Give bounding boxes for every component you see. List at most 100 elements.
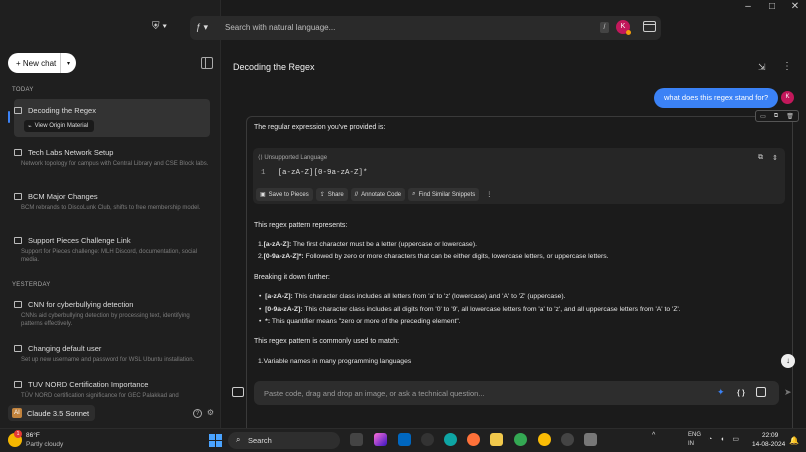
search-icon: ⌕ xyxy=(412,191,416,197)
chrome-icon[interactable] xyxy=(514,433,527,446)
chat-icon xyxy=(14,237,22,244)
search-placeholder: Search with natural language... xyxy=(225,23,336,32)
copilot-icon[interactable] xyxy=(374,433,387,446)
collapse-icon[interactable]: ⇲ xyxy=(758,62,766,73)
pieces-logo-menu-icon[interactable]: ⛨ ▾ xyxy=(152,18,178,36)
chat-item[interactable]: Tech Labs Network Setup Network topology… xyxy=(14,148,210,168)
chat-title: Decoding the Regex xyxy=(28,106,96,115)
tray-chevron-icon[interactable]: ^ xyxy=(652,432,655,439)
message-actions: ▭ ⧉ 🗑 xyxy=(755,110,799,122)
global-search-bar[interactable]: ƒ ▾ Search with natural language... / K xyxy=(190,16,661,40)
chat-title: CNN for cyberbullying detection xyxy=(28,300,134,309)
settings-icon[interactable]: ⚙ xyxy=(206,409,215,418)
expand-icon[interactable]: ⇕ xyxy=(772,154,778,162)
chat-item[interactable]: CNN for cyberbullying detection CNNs aid… xyxy=(14,300,210,328)
chat-title: BCM Major Changes xyxy=(28,192,98,201)
view-origin-label: View Origin Material xyxy=(34,123,89,129)
search-icon: ⌕ xyxy=(236,435,241,444)
list-item: • [a-zA-Z]: This character class include… xyxy=(259,293,566,300)
share-icon: ⇪ xyxy=(319,192,325,198)
chat-summary: Network topology for campus with Central… xyxy=(21,161,209,167)
send-icon[interactable]: ➤ xyxy=(784,387,792,398)
chat-item[interactable]: TUV NORD Certification Importance TÜV NO… xyxy=(14,380,210,400)
chat-icon xyxy=(14,345,22,352)
help-icon[interactable]: ? xyxy=(193,409,202,418)
annotate-code-button[interactable]: //Annotate Code xyxy=(350,188,406,201)
share-button[interactable]: ⇪ Share xyxy=(315,188,348,201)
minimize-button[interactable]: – xyxy=(736,0,760,14)
language-region[interactable]: IN xyxy=(688,441,694,447)
list-item: • [0-9a-zA-Z]: This character class incl… xyxy=(259,306,681,313)
scroll-down-icon[interactable]: ↓ xyxy=(781,354,795,368)
app-icon[interactable] xyxy=(584,433,597,446)
new-chat-dropdown-icon[interactable]: ▾ xyxy=(60,53,76,73)
shortcut-key: / xyxy=(600,22,609,33)
save-to-pieces-button[interactable]: ▣ Save to Pieces xyxy=(256,188,313,201)
delete-icon[interactable]: 🗑 xyxy=(786,113,794,120)
chat-item[interactable]: Support Pieces Challenge Link Support fo… xyxy=(14,236,210,264)
view-origin-button[interactable]: ⌁ View Origin Material xyxy=(24,120,95,132)
composer: ✦ { } ➤ xyxy=(232,381,798,405)
wifi-volume-battery-icons[interactable]: ◔ ◖ ▭ xyxy=(708,435,742,443)
chat-item[interactable]: Changing default user Set up new usernam… xyxy=(14,344,210,364)
firefox-icon[interactable] xyxy=(467,433,480,446)
pieces-app-icon[interactable] xyxy=(561,433,574,446)
notification-icon[interactable]: 🔔 xyxy=(789,436,799,445)
list-item: 1.Variable names in many programming lan… xyxy=(258,358,412,365)
close-button[interactable]: ✕ xyxy=(783,0,806,14)
title-bar: – □ ✕ xyxy=(222,0,806,14)
ai-search-icon[interactable]: ƒ ▾ xyxy=(196,22,208,33)
model-selector[interactable]: AI Claude 3.5 Sonnet xyxy=(8,405,96,421)
chat-item[interactable]: BCM Major Changes BCM rebrands to DiscoL… xyxy=(14,192,210,212)
conversation-title: Decoding the Regex xyxy=(233,62,315,72)
response-paragraph: Breaking it down further: xyxy=(254,274,330,281)
sidebar: + New chat ▾ TODAY Decoding the Regex ⌁ V… xyxy=(0,0,221,428)
comment-icon[interactable]: ▭ xyxy=(760,113,766,120)
chat-icon xyxy=(14,107,22,114)
edge-icon[interactable] xyxy=(444,433,457,446)
list-item: • *: This quantifier means "zero or more… xyxy=(259,318,461,325)
weather-desc[interactable]: Partly cloudy xyxy=(26,441,63,448)
voice-icon[interactable]: ✦ xyxy=(717,387,725,398)
add-image-icon[interactable] xyxy=(232,387,244,397)
maximize-button[interactable]: □ xyxy=(760,0,784,14)
code-line: 1 [a-zA-Z][0-9a-zA-Z]* xyxy=(261,169,368,177)
scan-icon[interactable] xyxy=(756,387,766,397)
weather-temp[interactable]: 86°F xyxy=(26,432,40,439)
file-explorer-icon[interactable] xyxy=(490,433,503,446)
taskbar-search[interactable]: ⌕ Search xyxy=(228,432,340,449)
chat-title: Tech Labs Network Setup xyxy=(28,148,114,157)
annotate-icon: // xyxy=(354,191,359,198)
chat-title: Changing default user xyxy=(28,344,102,353)
task-view-icon[interactable] xyxy=(350,433,363,446)
chat-item[interactable]: Decoding the Regex xyxy=(14,106,210,115)
new-chat-label: + New chat xyxy=(16,58,57,68)
store-icon[interactable] xyxy=(398,433,411,446)
copy-icon[interactable]: ⧉ xyxy=(758,154,763,162)
start-icon[interactable] xyxy=(209,434,222,447)
clock-date[interactable]: 14-08-2024 xyxy=(752,441,785,448)
list-item: 1.[a-zA-Z]: The first character must be … xyxy=(258,241,477,248)
copy-message-icon[interactable]: ⧉ xyxy=(774,113,778,120)
user-avatar[interactable]: K xyxy=(616,20,631,35)
chat-icon xyxy=(14,301,22,308)
language-code[interactable]: ENG xyxy=(688,432,701,438)
chat-title: TUV NORD Certification Importance xyxy=(28,380,149,389)
find-similar-button[interactable]: ⌕ Find Similar Snippets xyxy=(408,188,480,201)
sidebar-toggle-icon[interactable] xyxy=(201,57,213,69)
chrome-profile-icon[interactable] xyxy=(538,433,551,446)
model-label: Claude 3.5 Sonnet xyxy=(27,408,90,418)
chat-summary: Support for Pieces challenge: MLH Discor… xyxy=(21,249,198,263)
message-input[interactable] xyxy=(264,389,664,398)
code-text: [a-zA-Z][0-9a-zA-Z]* xyxy=(277,169,368,177)
chat-title: Support Pieces Challenge Link xyxy=(28,236,131,245)
code-actions: ▣ Save to Pieces ⇪ Share //Annotate Code ⌕… xyxy=(256,188,496,201)
clock-time[interactable]: 22:09 xyxy=(762,432,778,439)
code-snippet-card: ⟨⟩ Unsupported Language ⧉ ⇕ 1 [a-zA-Z][0-… xyxy=(253,148,785,204)
code-more-icon[interactable]: ⋮ xyxy=(482,188,496,201)
dell-icon[interactable] xyxy=(421,433,434,446)
view-toggle-icon[interactable] xyxy=(643,21,656,32)
code-braces-icon[interactable]: { } xyxy=(737,388,745,397)
section-header-yesterday: YESTERDAY xyxy=(12,282,51,288)
more-options-icon[interactable]: ⋮ xyxy=(782,61,792,72)
